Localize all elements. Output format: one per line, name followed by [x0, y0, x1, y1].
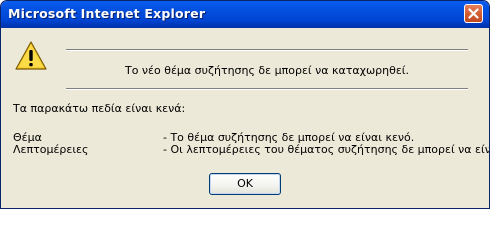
close-icon	[468, 8, 479, 19]
field-name-details: Λεπτομέρειες	[13, 143, 89, 156]
title-bar[interactable]: Microsoft Internet Explorer	[1, 1, 489, 28]
alert-dialog: Microsoft Internet Explorer Το νέο θέμα …	[0, 0, 490, 209]
ok-button[interactable]: OK	[209, 173, 281, 195]
error-message: Το νέο θέμα συζήτησης δε μπορεί να καταχ…	[124, 64, 410, 77]
empty-fields-intro: Τα παρακάτω πεδία είναι κενά:	[13, 102, 186, 115]
field-desc-details: - Οι λεπτομέρειες του θέματος συζήτησης …	[163, 143, 489, 156]
dialog-body: Το νέο θέμα συζήτησης δε μπορεί να καταχ…	[4, 28, 489, 205]
window-title: Microsoft Internet Explorer	[8, 6, 206, 21]
divider-top	[66, 49, 468, 51]
warning-icon	[15, 41, 47, 70]
divider-middle	[66, 88, 468, 90]
close-button[interactable]	[464, 4, 483, 23]
